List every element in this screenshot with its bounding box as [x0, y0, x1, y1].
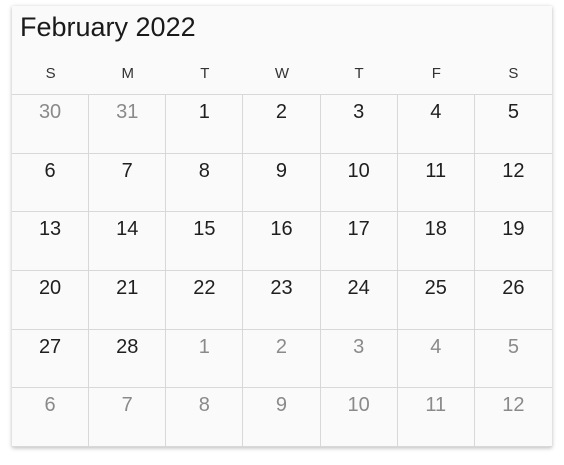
- day-cell[interactable]: 6: [12, 153, 90, 213]
- day-cell-adjacent-month[interactable]: 4: [397, 329, 475, 389]
- day-cell[interactable]: 23: [243, 271, 321, 330]
- day-cell[interactable]: 22: [166, 271, 244, 330]
- day-cell[interactable]: 1: [166, 95, 244, 154]
- weekday-header-row: S M T W T F S: [12, 62, 552, 94]
- day-cell[interactable]: 27: [12, 329, 90, 389]
- weekday-wednesday: W: [274, 65, 290, 82]
- day-cell[interactable]: 14: [89, 212, 167, 271]
- weekday-sunday: S: [45, 65, 56, 82]
- weekday-thursday: T: [354, 65, 364, 82]
- day-cell[interactable]: 9: [243, 153, 321, 213]
- weekday-saturday: S: [508, 65, 519, 82]
- day-cell-adjacent-month[interactable]: 7: [89, 388, 167, 447]
- day-cell-adjacent-month[interactable]: 5: [474, 330, 552, 389]
- day-cell[interactable]: 7: [89, 153, 167, 213]
- day-cell[interactable]: 16: [243, 212, 321, 271]
- day-cell-adjacent-month[interactable]: 8: [166, 388, 244, 447]
- day-cell[interactable]: 18: [397, 212, 475, 271]
- day-cell[interactable]: 10: [320, 153, 398, 213]
- day-cell-adjacent-month[interactable]: 30: [12, 95, 90, 154]
- month-calendar: February 2022 S M T W T F S 30 31 1 2 3 4 5 6 7 8…: [12, 6, 552, 447]
- day-cell-adjacent-month[interactable]: 31: [89, 95, 167, 154]
- day-cell[interactable]: 20: [12, 271, 90, 330]
- day-cell[interactable]: 24: [320, 271, 398, 330]
- day-cell[interactable]: 2: [243, 95, 321, 154]
- day-cell[interactable]: 19: [474, 212, 552, 271]
- weekday-tuesday: T: [200, 65, 210, 82]
- weekday-monday: M: [121, 65, 134, 82]
- day-grid: 30 31 1 2 3 4 5 6 7 8 9 10 11 12 13 14 15 16 17 18 19 20 21 22 2…: [12, 94, 552, 447]
- day-cell[interactable]: 25: [397, 271, 475, 330]
- day-cell[interactable]: 11: [397, 153, 475, 213]
- weekday-friday: F: [431, 65, 441, 82]
- day-cell[interactable]: 3: [320, 95, 398, 154]
- day-cell-adjacent-month[interactable]: 6: [12, 388, 90, 447]
- month-title: February 2022: [20, 12, 196, 42]
- day-cell-adjacent-month[interactable]: 1: [166, 329, 244, 389]
- day-cell[interactable]: 4: [397, 95, 475, 154]
- day-cell[interactable]: 5: [474, 95, 552, 154]
- day-cell[interactable]: 13: [12, 212, 90, 271]
- day-cell[interactable]: 21: [89, 271, 167, 330]
- day-cell-adjacent-month[interactable]: 10: [320, 388, 398, 447]
- day-cell-adjacent-month[interactable]: 3: [320, 329, 398, 389]
- day-cell[interactable]: 17: [320, 212, 398, 271]
- day-cell[interactable]: 26: [474, 271, 552, 330]
- day-cell[interactable]: 28: [89, 329, 167, 389]
- day-cell[interactable]: 8: [166, 153, 244, 213]
- day-cell-adjacent-month[interactable]: 11: [397, 388, 475, 447]
- day-cell[interactable]: 12: [474, 154, 552, 213]
- day-cell-adjacent-month[interactable]: 9: [243, 388, 321, 447]
- day-cell[interactable]: 15: [166, 212, 244, 271]
- day-cell-adjacent-month[interactable]: 12: [474, 388, 552, 447]
- day-cell-adjacent-month[interactable]: 2: [243, 329, 321, 389]
